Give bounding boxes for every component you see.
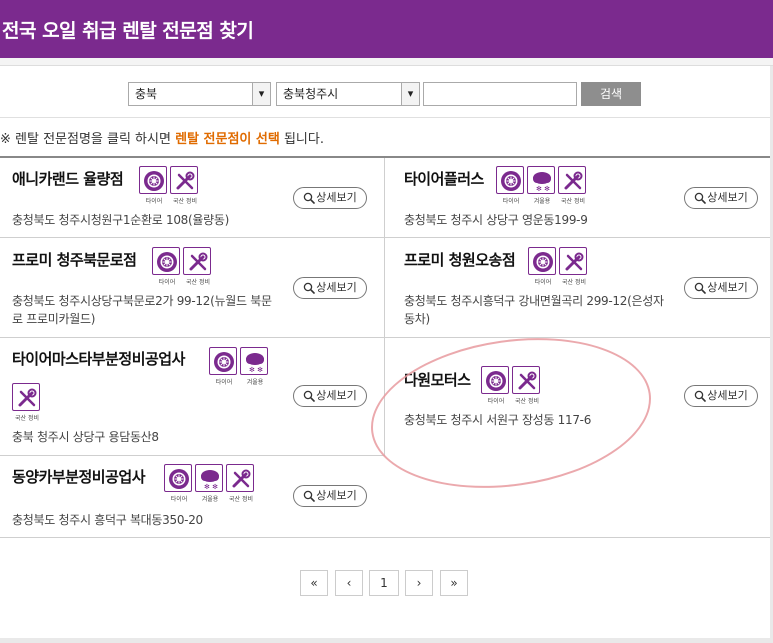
detail-button-label: 상세보기 (707, 191, 748, 204)
last-page-button[interactable]: » (440, 570, 468, 596)
shop-name-link[interactable]: 프로미 청주북문로점 (12, 249, 137, 270)
prev-page-button[interactable]: ‹ (335, 570, 363, 596)
province-select[interactable]: 충북 ▾ (128, 82, 271, 106)
province-select-value: 충북 (135, 87, 158, 101)
badge-caption: 국산 정비 (229, 496, 253, 503)
badge-caption: 국산 정비 (186, 279, 210, 286)
repair-service-icon: 국산 정비 (559, 247, 587, 286)
window-frame-bottom (0, 638, 773, 643)
detail-button[interactable]: 상세보기 (293, 277, 367, 299)
search-icon (303, 192, 316, 204)
shop-address: 충청북도 청주시청원구1순환로 108(율량동) (12, 213, 229, 227)
list-top-border (0, 156, 770, 158)
detail-button[interactable]: 상세보기 (684, 187, 758, 209)
header-divider (0, 58, 773, 66)
instruction-text: ※ 렌탈 전문점명을 클릭 하시면 렌탈 전문점이 선택 됩니다. (0, 128, 324, 147)
search-button[interactable]: 검색 (581, 82, 641, 106)
row-divider (0, 455, 384, 456)
search-icon (303, 490, 316, 502)
city-select-value: 충북청주시 (283, 87, 339, 101)
winter-tire-icon: 겨울용 (195, 464, 223, 503)
highlight-circle-annotation (361, 321, 661, 505)
repair-service-icon: 국산 정비 (226, 464, 254, 503)
instruction-suffix: 됩니다. (279, 132, 324, 147)
tire-service-icon: 타이어 (496, 166, 524, 205)
badge-caption: 국산 정비 (561, 198, 585, 205)
detail-button[interactable]: 상세보기 (293, 485, 367, 507)
page-number-current[interactable]: 1 (369, 570, 399, 596)
search-bar: 충북 ▾ 충북청주시 ▾ 검색 (0, 66, 770, 118)
search-icon (694, 390, 707, 402)
tire-service-icon: 타이어 (139, 166, 167, 205)
repair-service-icon: 국산 정비 (12, 383, 40, 422)
shop-name-link[interactable]: 애니카랜드 율량점 (12, 168, 124, 189)
first-page-button[interactable]: « (300, 570, 328, 596)
detail-button-label: 상세보기 (316, 389, 357, 402)
list-bottom-border (0, 537, 770, 538)
shop-address: 충청북도 청주시상당구북문로2가 99-12(뉴월드 북문로 프로미카월드) (12, 294, 272, 326)
chevron-down-icon[interactable]: ▾ (252, 83, 270, 105)
badge-caption: 국산 정비 (15, 415, 39, 422)
winter-tire-icon: 겨울용 (527, 166, 555, 205)
repair-service-icon: 국산 정비 (183, 247, 211, 286)
shop-address: 충청북도 청주시 상당구 영운동199-9 (404, 213, 588, 227)
shop-name-link[interactable]: 프로미 청원오송점 (404, 249, 516, 270)
city-select[interactable]: 충북청주시 ▾ (276, 82, 420, 106)
shop-address: 충청북도 청주시흥덕구 강내면월곡리 299-12(은성자동차) (404, 294, 664, 326)
detail-button[interactable]: 상세보기 (293, 385, 367, 407)
detail-button-label: 상세보기 (316, 191, 357, 204)
shop-address: 충북 청주시 상당구 용담동산8 (12, 430, 159, 444)
next-page-button[interactable]: › (405, 570, 433, 596)
row-divider (0, 237, 770, 238)
badge-caption: 국산 정비 (173, 198, 197, 205)
page-header: 전국 오일 취급 렌탈 전문점 찾기 (0, 0, 773, 58)
tire-service-icon: 타이어 (152, 247, 180, 286)
row-divider (0, 337, 770, 338)
shop-name-link[interactable]: 타이어마스타부분정비공업사 (12, 348, 185, 369)
detail-button[interactable]: 상세보기 (684, 385, 758, 407)
detail-button[interactable]: 상세보기 (684, 277, 758, 299)
search-icon (303, 390, 316, 402)
detail-button[interactable]: 상세보기 (293, 187, 367, 209)
keyword-input[interactable] (423, 82, 577, 106)
instruction-highlight: 렌탈 전문점이 선택 (175, 132, 280, 147)
chevron-down-icon[interactable]: ▾ (401, 83, 419, 105)
tire-service-icon: 타이어 (528, 247, 556, 286)
detail-button-label: 상세보기 (707, 389, 748, 402)
shop-name-link[interactable]: 타이어플러스 (404, 168, 484, 189)
badge-caption: 국산 정비 (562, 279, 586, 286)
winter-tire-icon: 겨울용 (240, 347, 268, 386)
shop-name-link[interactable]: 동양카부분정비공업사 (12, 466, 146, 487)
search-icon (694, 282, 707, 294)
detail-button-label: 상세보기 (316, 489, 357, 502)
badge-caption: 겨울용 (246, 379, 264, 386)
detail-button-label: 상세보기 (316, 281, 357, 294)
search-icon (303, 282, 316, 294)
repair-service-icon: 국산 정비 (170, 166, 198, 205)
tire-service-icon: 타이어 (209, 347, 237, 386)
page-title: 전국 오일 취급 렌탈 전문점 찾기 (2, 20, 254, 42)
detail-button-label: 상세보기 (707, 281, 748, 294)
instruction-prefix: ※ 렌탈 전문점명을 클릭 하시면 (0, 132, 176, 147)
repair-service-icon: 국산 정비 (558, 166, 586, 205)
search-icon (694, 192, 707, 204)
shop-address: 충청북도 청주시 흥덕구 복대동350-20 (12, 513, 203, 527)
tire-service-icon: 타이어 (164, 464, 192, 503)
